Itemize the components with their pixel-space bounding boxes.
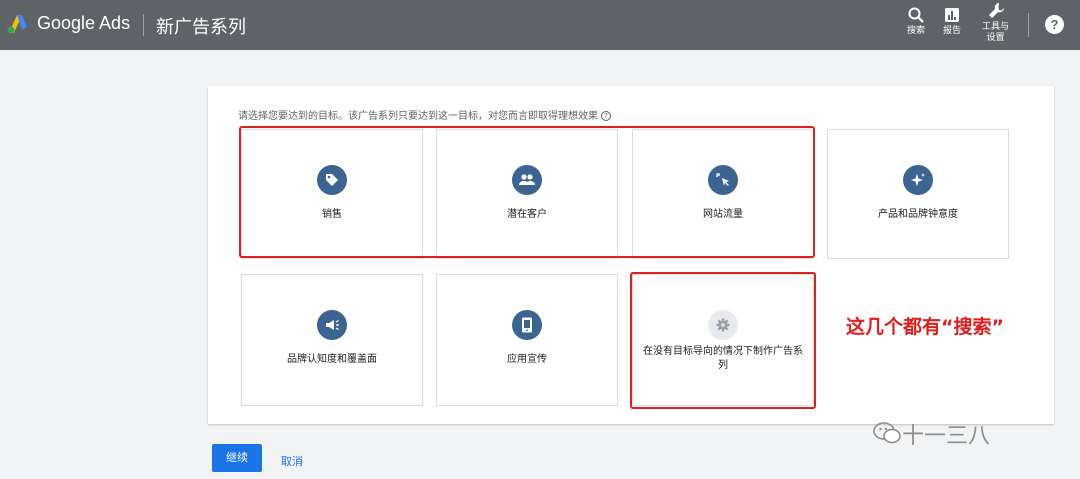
wrench-icon (988, 3, 1004, 18)
tools-settings-button[interactable]: 工具与 设置 (982, 2, 1009, 44)
megaphone-icon (317, 310, 347, 340)
brand-name[interactable]: Google Ads (37, 13, 130, 34)
top-app-bar: Google Ads 新广告系列 搜索 报告 工具与 设置 ? (0, 0, 1080, 50)
header-divider-right (1028, 13, 1029, 37)
goal-label-brand-awareness: 品牌认知度和覆盖面 (287, 354, 377, 365)
goal-card-brand-consideration[interactable]: 产品和品牌钟意度 (827, 129, 1009, 259)
reports-button[interactable]: 报告 (943, 6, 961, 37)
instruction-text: 请选择您要达到的目标。该广告系列只要达到这一目标，对您而言即取得理想效果 (238, 111, 598, 122)
goal-label-app-promotion: 应用宣传 (507, 354, 547, 365)
reports-label: 报告 (943, 26, 962, 36)
goal-card-brand-awareness[interactable]: 品牌认知度和覆盖面 (241, 274, 423, 406)
goal-instruction: 请选择您要达到的目标。该广告系列只要达到这一目标，对您而言即取得理想效果? (238, 107, 611, 122)
phone-icon (512, 310, 542, 340)
cancel-link[interactable]: 取消 (281, 453, 303, 469)
tools-label-line1: 工具与 (982, 22, 1010, 32)
tools-label-line2: 设置 (986, 33, 1005, 43)
google-ads-logo-icon[interactable] (6, 14, 28, 34)
highlight-box-no-goal (630, 272, 816, 409)
search-label: 搜索 (907, 26, 926, 36)
header-divider (143, 14, 144, 36)
goal-label-brand-consideration: 产品和品牌钟意度 (878, 209, 958, 220)
help-icon[interactable]: ? (1045, 15, 1064, 34)
continue-button[interactable]: 继续 (212, 444, 262, 472)
sparkle-icon (903, 165, 933, 195)
bar-chart-icon (945, 8, 959, 22)
watermark-text: 十一三八 (902, 424, 991, 449)
wechat-icon (873, 422, 901, 444)
annotation-text: 这几个都有“搜索” (846, 316, 1004, 338)
search-icon (908, 7, 924, 23)
highlight-box-top-row (239, 126, 815, 258)
help-circle-icon[interactable]: ? (601, 111, 611, 121)
goal-card-app-promotion[interactable]: 应用宣传 (436, 274, 618, 406)
page-title: 新广告系列 (156, 17, 246, 38)
search-button[interactable]: 搜索 (907, 6, 925, 37)
